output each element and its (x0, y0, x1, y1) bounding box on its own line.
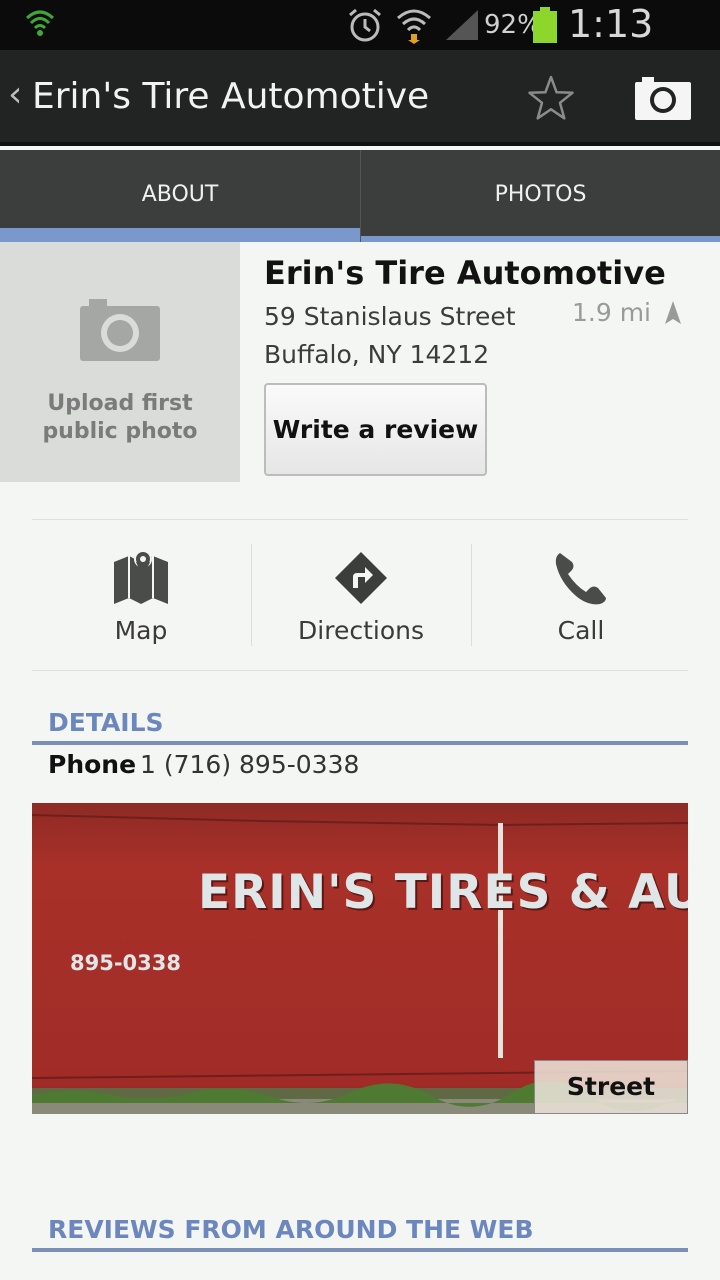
map-label: Map (114, 616, 168, 645)
status-bar: 92% 1:13 PM (0, 0, 720, 90)
call-label: Call (557, 616, 605, 645)
address-line-1: 59 Stanislaus Street (264, 302, 516, 331)
business-name: Erin's Tire Automotive (264, 254, 666, 292)
phone-icon (555, 553, 606, 605)
tab-photos[interactable]: PHOTOS (360, 150, 720, 242)
map-button[interactable]: Map (32, 520, 250, 670)
tab-bar: ABOUT PHOTOS (0, 150, 720, 242)
directions-label: Directions (298, 616, 424, 645)
action-bar: ‹ Erin's Tire Automotive (0, 50, 720, 146)
alarm-icon (349, 8, 381, 42)
write-review-button[interactable]: Write a review (264, 383, 487, 476)
storefront-sign: ERIN'S TIRES & AUTO (198, 865, 688, 920)
quick-actions: Map Directions Call (32, 520, 688, 670)
address-line-2: Buffalo, NY 14212 (264, 340, 490, 369)
storefront-phone: 895-0338 (70, 951, 181, 975)
star-icon[interactable] (527, 74, 575, 122)
back-icon[interactable]: ‹ (8, 74, 22, 115)
call-button[interactable]: Call (472, 520, 690, 670)
details-underline (32, 741, 688, 745)
battery-icon (533, 7, 557, 43)
directions-button[interactable]: Directions (252, 520, 470, 670)
divider (32, 670, 688, 671)
tab-about-label: ABOUT (141, 182, 219, 207)
distance: 1.9 mi (572, 298, 652, 327)
phone-number-link[interactable]: 1 (716) 895-0338 (140, 750, 359, 779)
upload-photo-button[interactable]: Upload first public photo (0, 242, 240, 482)
camera-icon (80, 299, 160, 361)
tab-photos-label: PHOTOS (494, 182, 587, 207)
reviews-heading: REVIEWS FROM AROUND THE WEB (48, 1215, 534, 1244)
location-arrow-icon (665, 301, 681, 324)
details-heading: DETAILS (48, 708, 164, 737)
page-title[interactable]: Erin's Tire Automotive (32, 76, 429, 117)
wifi-icon (397, 9, 431, 44)
street-view-image[interactable]: ERIN'S TIRES & AUTO 895-0338 Street View (32, 803, 688, 1114)
shield-icon (25, 10, 55, 36)
tab-underline (361, 236, 720, 242)
street-view-button[interactable]: Street View (534, 1060, 688, 1114)
phone-label: Phone (48, 750, 137, 779)
directions-icon (335, 552, 387, 604)
tab-selected-indicator (0, 228, 360, 242)
upload-photo-label: Upload first public photo (42, 391, 198, 444)
tab-about[interactable]: ABOUT (0, 150, 360, 242)
reviews-underline (32, 1248, 688, 1252)
signal-icon (446, 10, 478, 40)
map-icon (114, 550, 168, 604)
camera-icon[interactable] (634, 74, 692, 122)
